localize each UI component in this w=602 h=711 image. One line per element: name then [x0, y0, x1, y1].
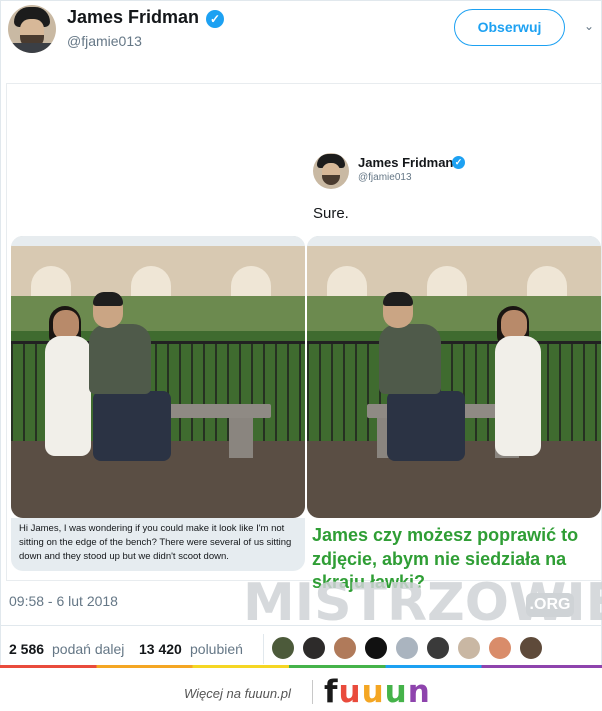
- retweets-label[interactable]: podań dalej: [52, 641, 124, 657]
- liker-avatar[interactable]: [488, 636, 512, 660]
- liker-avatar[interactable]: [333, 636, 357, 660]
- liker-avatar[interactable]: [426, 636, 450, 660]
- tweet-timestamp[interactable]: 09:58 - 6 lut 2018: [9, 593, 118, 609]
- embedded-verified-badge-icon: ✓: [452, 156, 465, 169]
- tweet-card: James Fridman ✓ @fjamie013 Obserwuj ⌄ Ja…: [0, 0, 602, 665]
- woman-dress: [495, 336, 541, 456]
- man-shirt: [89, 324, 151, 394]
- man-legs: [387, 391, 465, 461]
- likes-count[interactable]: 13 420: [139, 641, 182, 657]
- liker-avatar[interactable]: [271, 636, 295, 660]
- stats-divider: [1, 625, 601, 626]
- man-hair: [383, 292, 413, 306]
- author-avatar[interactable]: [8, 5, 56, 53]
- retweets-count[interactable]: 2 586: [9, 641, 44, 657]
- follow-button[interactable]: Obserwuj: [454, 9, 565, 46]
- liker-avatar[interactable]: [364, 636, 388, 660]
- embedded-author-name: James Fridman: [358, 155, 454, 170]
- embedded-avatar-beard: [322, 175, 340, 185]
- embedded-author-avatar: [313, 153, 349, 189]
- rainbow-divider: [0, 665, 602, 668]
- author-name[interactable]: James Fridman: [67, 7, 199, 28]
- embedded-reply-text: Sure.: [313, 205, 349, 222]
- bench-leg: [229, 418, 253, 458]
- logo-letter: u: [361, 674, 385, 710]
- likers-divider: [263, 634, 264, 664]
- author-handle[interactable]: @fjamie013: [67, 33, 142, 49]
- likes-label[interactable]: polubień: [190, 641, 243, 657]
- chevron-down-icon[interactable]: ⌄: [584, 19, 596, 33]
- avatar-shirt: [8, 43, 56, 53]
- footer-link[interactable]: Więcej na fuuun.pl: [184, 686, 291, 701]
- logo-letter: f: [324, 674, 339, 710]
- man-shirt: [379, 324, 441, 394]
- liker-avatar[interactable]: [302, 636, 326, 660]
- logo-letter: u: [338, 674, 362, 710]
- liker-avatar[interactable]: [395, 636, 419, 660]
- embedded-author-handle: @fjamie013: [358, 172, 412, 183]
- watermark-org-badge: .ORG: [526, 593, 574, 617]
- woman-dress: [45, 336, 91, 456]
- fuuun-logo[interactable]: fuuun: [324, 674, 431, 710]
- original-photo: [11, 236, 305, 518]
- man-hair: [93, 292, 123, 306]
- request-message: Hi James, I was wondering if you could m…: [11, 518, 305, 571]
- liker-avatar[interactable]: [457, 636, 481, 660]
- liker-avatar[interactable]: [519, 636, 543, 660]
- logo-letter: u: [384, 674, 408, 710]
- footer-separator: [312, 680, 313, 704]
- logo-letter: n: [407, 674, 431, 710]
- edited-photo: [307, 236, 601, 518]
- man-legs: [93, 391, 171, 461]
- verified-badge-icon: ✓: [206, 10, 224, 28]
